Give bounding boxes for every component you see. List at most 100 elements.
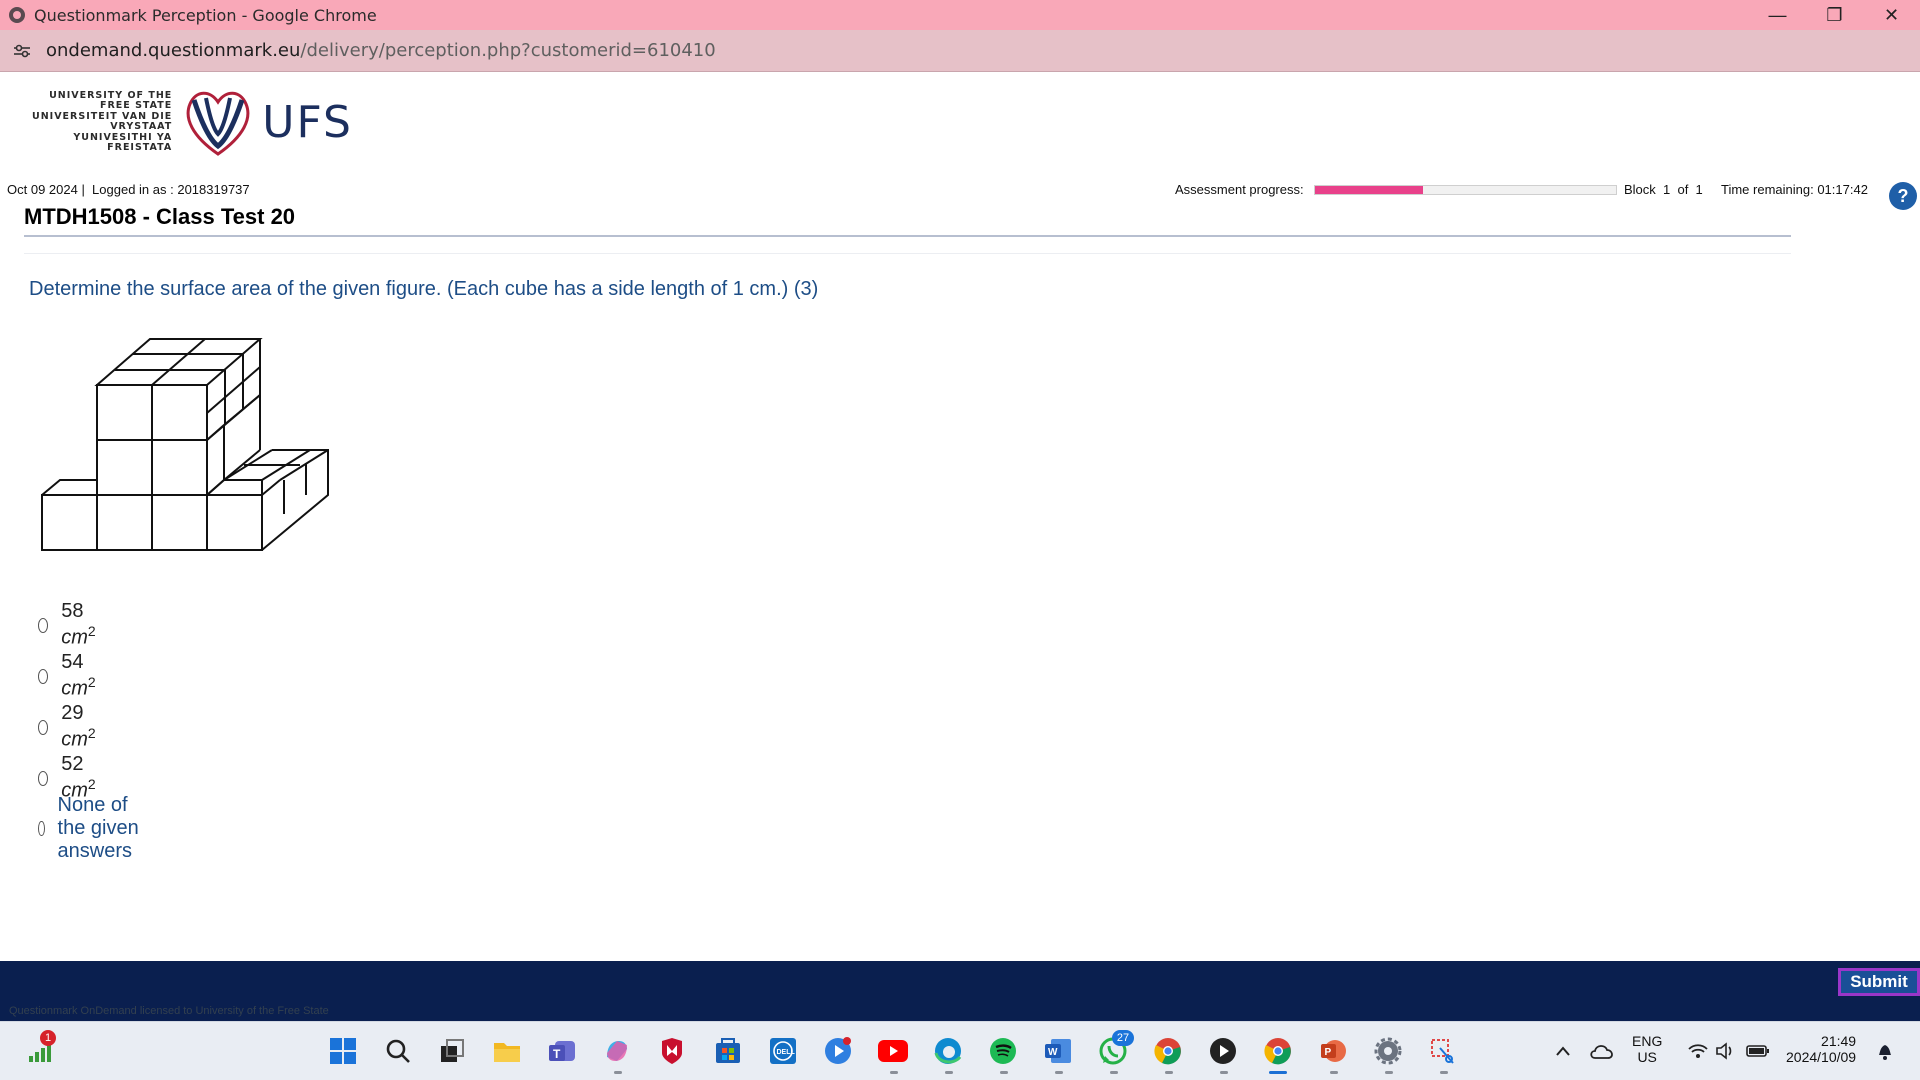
chrome-app-icon — [9, 7, 25, 23]
progress-fill — [1315, 186, 1424, 194]
option-unit: cm — [61, 677, 88, 700]
option-row[interactable]: 54 cm2 — [38, 651, 100, 700]
wifi-icon[interactable] — [1683, 1036, 1713, 1066]
settings-icon[interactable] — [1373, 1036, 1403, 1066]
volume-icon[interactable] — [1710, 1036, 1740, 1066]
block-indicator: Block 1 of 1 — [1624, 182, 1703, 197]
restore-icon[interactable]: ❐ — [1806, 0, 1863, 30]
chrome-icon[interactable] — [1263, 1036, 1293, 1066]
option-radio[interactable] — [38, 617, 49, 633]
help-icon[interactable]: ? — [1889, 182, 1917, 210]
notification-badge: 1 — [40, 1030, 56, 1046]
time-remaining: Time remaining: 01:17:42 — [1721, 182, 1868, 197]
option-value: 58 — [61, 600, 84, 623]
running-indicator — [1165, 1071, 1173, 1074]
clock-date: 2024/10/09 — [1786, 1049, 1857, 1065]
site-info-icon[interactable] — [12, 41, 32, 61]
window-controls: — ❐ ✕ — [1749, 0, 1920, 30]
powerpoint-icon[interactable]: P — [1318, 1036, 1348, 1066]
question-text: Determine the surface area of the given … — [29, 278, 819, 300]
snipping-tool-icon[interactable] — [1428, 1036, 1458, 1066]
spotify-icon[interactable] — [988, 1036, 1018, 1066]
svg-text:DELL: DELL — [777, 1049, 796, 1056]
option-radio[interactable] — [38, 668, 49, 684]
url-host: ondemand.questionmark.eu — [46, 40, 301, 61]
file-explorer-icon[interactable] — [492, 1036, 522, 1066]
option-radio[interactable] — [38, 770, 49, 786]
running-indicator — [945, 1071, 953, 1074]
option-row[interactable]: 58 cm2 — [38, 600, 100, 649]
license-text: Questionmark OnDemand licensed to Univer… — [9, 1005, 329, 1017]
running-indicator — [1000, 1071, 1008, 1074]
window-title: Questionmark Perception - Google Chrome — [34, 5, 377, 25]
assessment-info-bar: Oct 09 2024 | Logged in as : 2018319737 … — [0, 180, 1920, 200]
running-indicator — [614, 1071, 622, 1074]
teams-icon[interactable]: T — [547, 1036, 577, 1066]
running-indicator — [890, 1071, 898, 1074]
option-row[interactable]: 29 cm2 — [38, 702, 100, 751]
browser-titlebar: Questionmark Perception - Google Chrome … — [0, 0, 1920, 30]
edge-icon[interactable] — [933, 1036, 963, 1066]
logo-line: FREE STATE — [100, 100, 173, 111]
dell-icon[interactable]: DELL — [768, 1036, 798, 1066]
youtube-icon[interactable] — [878, 1036, 908, 1066]
url-text[interactable]: ondemand.questionmark.eu/delivery/percep… — [46, 40, 716, 61]
title-divider — [24, 235, 1791, 237]
option-label: 58 cm2 — [61, 600, 100, 650]
clock-time: 21:49 — [1821, 1033, 1857, 1049]
video-player-icon[interactable] — [1208, 1036, 1238, 1066]
running-indicator — [1110, 1071, 1118, 1074]
option-label: 54 cm2 — [61, 651, 100, 701]
option-value: 29 — [61, 702, 84, 725]
windows-taskbar: 1 T DELL W 27 P ENG US 21:49 2024/10/09 — [0, 1021, 1920, 1080]
running-indicator — [1055, 1071, 1063, 1074]
option-exponent: 2 — [87, 725, 96, 742]
option-value: 52 — [61, 753, 84, 776]
chrome-profile-icon[interactable] — [1153, 1036, 1183, 1066]
close-icon[interactable]: ✕ — [1863, 0, 1920, 30]
assessment-footer: Submit Questionmark OnDemand licensed to… — [0, 961, 1920, 1021]
option-exponent: 2 — [87, 674, 96, 691]
option-exponent: 2 — [87, 623, 96, 640]
svg-text:W: W — [1048, 1047, 1058, 1058]
logo-line: VRYSTAAT — [110, 121, 173, 132]
clock[interactable]: 21:49 2024/10/09 — [1786, 1033, 1856, 1065]
copilot-icon[interactable] — [602, 1036, 632, 1066]
option-row[interactable]: None of the given answers — [38, 794, 140, 862]
search-icon[interactable] — [383, 1036, 413, 1066]
microsoft-store-icon[interactable] — [713, 1036, 743, 1066]
active-app-indicator — [1269, 1071, 1287, 1074]
option-radio[interactable] — [38, 820, 45, 836]
onedrive-icon[interactable] — [1587, 1036, 1617, 1066]
date-text: Oct 09 2024 — [7, 182, 78, 197]
notification-bell-icon[interactable] — [1870, 1036, 1900, 1066]
battery-icon[interactable] — [1743, 1036, 1773, 1066]
svg-text:P: P — [1325, 1047, 1332, 1058]
assessment-progress-bar — [1314, 185, 1617, 195]
address-bar[interactable]: ondemand.questionmark.eu/delivery/percep… — [0, 30, 1920, 72]
keyboard-region: US — [1637, 1049, 1657, 1065]
submit-button[interactable]: Submit — [1838, 968, 1920, 996]
option-radio[interactable] — [38, 719, 49, 735]
option-value: 54 — [61, 651, 84, 674]
mcafee-icon[interactable] — [657, 1036, 687, 1066]
word-icon[interactable]: W — [1043, 1036, 1073, 1066]
minimize-icon[interactable]: — — [1749, 0, 1806, 30]
whatsapp-badge: 27 — [1112, 1030, 1134, 1046]
svg-text:T: T — [553, 1047, 561, 1061]
logo-university-name: UNIVERSITY OF THE FREE STATE UNIVERSITEI… — [32, 90, 173, 154]
task-view-icon[interactable] — [437, 1036, 467, 1066]
url-path: /delivery/perception.php?customerid=6104… — [300, 40, 716, 61]
test-title: MTDH1508 - Class Test 20 — [24, 204, 296, 229]
running-indicator — [1220, 1071, 1228, 1074]
chevron-up-icon[interactable] — [1548, 1036, 1578, 1066]
sub-divider — [24, 253, 1791, 254]
logged-in-text: Logged in as : 2018319737 — [92, 182, 250, 197]
language-indicator[interactable]: ENG US — [1632, 1033, 1662, 1065]
windows-start-icon[interactable] — [328, 1036, 358, 1066]
cube-figure — [41, 338, 329, 551]
option-exponent: 2 — [87, 776, 96, 793]
media-player-dot — [843, 1037, 851, 1045]
logo-abbreviation: UFS — [262, 96, 353, 148]
option-row[interactable]: 52 cm2 — [38, 753, 100, 802]
